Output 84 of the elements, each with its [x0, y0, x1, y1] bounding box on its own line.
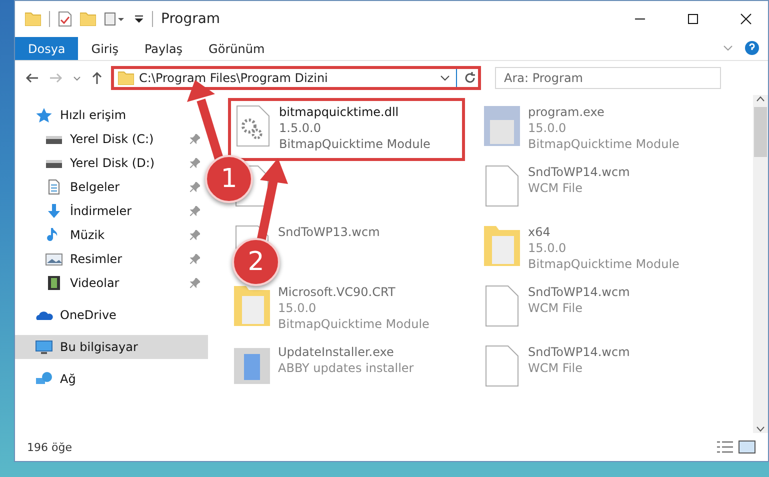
sidebar-label: Yerel Disk (C:) — [70, 132, 154, 146]
sidebar-item[interactable]: Ağ — [15, 367, 208, 391]
file-detail: WCM File — [528, 360, 584, 376]
ribbon-tab[interactable]: Giriş — [78, 37, 132, 60]
sidebar-label: OneDrive — [60, 308, 116, 322]
window-title: Program — [161, 11, 222, 27]
item-count: 196 öğe — [27, 440, 73, 454]
file-detail: 15.0.0 — [528, 240, 568, 256]
sidebar-item[interactable]: OneDrive — [15, 303, 208, 327]
checklist-icon — [58, 11, 72, 27]
sidebar-label: Resimler — [70, 252, 122, 266]
file-name: Microsoft.VC90.CRT — [278, 284, 396, 300]
sidebar-item[interactable]: Videolar — [15, 271, 208, 295]
customize-icon — [134, 14, 144, 24]
file-detail: BitmapQuicktime Module — [528, 136, 680, 152]
back-arrow-icon — [25, 72, 39, 84]
pin-icon — [190, 206, 200, 216]
pin-icon — [190, 158, 200, 168]
star-icon — [35, 107, 53, 123]
file-detail: WCM File — [528, 300, 584, 316]
folder-icon — [118, 71, 134, 85]
sidebar-label: Bu bilgisayar — [60, 340, 138, 354]
sidebar-label: Ağ — [60, 372, 76, 386]
file-detail: BitmapQuicktime Module — [279, 136, 430, 152]
large-icons-view-icon[interactable] — [738, 440, 756, 454]
properties-icon — [104, 12, 126, 26]
sidebar-item[interactable]: Hızlı erişim — [15, 103, 208, 127]
sidebar-label: İndirmeler — [70, 204, 132, 218]
sidebar-item[interactable]: Müzik — [15, 223, 208, 247]
sidebar-item[interactable]: Bu bilgisayar — [15, 335, 208, 359]
file-detail: ABBY updates installer — [278, 360, 414, 376]
scroll-up-icon[interactable] — [756, 95, 765, 103]
forward-arrow-icon — [49, 72, 63, 84]
picture-icon — [45, 251, 63, 267]
search-field[interactable]: Ara: Program — [495, 67, 721, 89]
sidebar-label: Müzik — [70, 228, 105, 242]
file-name: UpdateInstaller.exe — [278, 344, 395, 360]
sidebar-item[interactable]: Resimler — [15, 247, 208, 271]
file-name: SndToWP14.wcm — [528, 344, 630, 360]
address-field[interactable]: C:\Program Files\Program Dizini — [111, 66, 481, 90]
new-folder-icon — [80, 12, 96, 26]
close-icon — [740, 13, 752, 25]
file-name: bitmapquicktime.dll — [279, 104, 400, 120]
file-detail: BitmapQuicktime Module — [528, 256, 680, 272]
file-detail: 15.0.0 — [528, 120, 568, 136]
sidebar-item[interactable]: Yerel Disk (D:) — [15, 151, 208, 175]
file-item[interactable]: bitmapquicktime.dll 1.5.0.0 BitmapQuicktime Module — [228, 98, 465, 161]
ribbon-tab[interactable]: Görünüm — [196, 37, 278, 60]
pin-icon — [190, 182, 200, 192]
file-detail: WCM File — [528, 180, 584, 196]
pin-icon — [190, 278, 200, 288]
file-detail: 1.5.0.0 — [279, 120, 322, 136]
file-name: SndToWP14.wcm — [528, 284, 630, 300]
details-view-icon[interactable] — [716, 440, 734, 454]
sidebar-label: Belgeler — [70, 180, 120, 194]
ribbon-tab[interactable]: Dosya — [15, 37, 78, 60]
gear-file-icon — [235, 104, 271, 148]
computer-icon — [35, 339, 53, 355]
pin-icon — [190, 134, 200, 144]
maximize-icon — [686, 13, 698, 25]
scroll-down-icon[interactable] — [756, 425, 765, 433]
network-icon — [35, 371, 53, 387]
film-icon — [45, 275, 63, 291]
address-path: C:\Program Files\Program Dizini — [139, 71, 329, 85]
pin-icon — [190, 230, 200, 240]
download-icon — [45, 203, 63, 219]
sidebar-label: Hızlı erişim — [60, 108, 126, 122]
file-detail: BitmapQuicktime Module — [278, 316, 430, 332]
scrollbar[interactable] — [753, 95, 768, 433]
sidebar-label: Yerel Disk (D:) — [70, 156, 155, 170]
up-arrow-icon — [91, 71, 103, 85]
file-detail: 15.0.0 — [278, 300, 318, 316]
file-name: SndToWP14.wcm — [528, 164, 630, 180]
sidebar-item[interactable]: Belgeler — [15, 175, 208, 199]
scroll-thumb[interactable] — [754, 107, 767, 157]
file-name: SndToWP13.wcm — [278, 224, 380, 240]
sidebar-label: Videolar — [70, 276, 120, 290]
folder-icon — [25, 12, 41, 26]
file-name: program.exe — [528, 104, 606, 120]
sidebar-item[interactable]: İndirmeler — [15, 199, 208, 223]
file-name: x64 — [528, 224, 552, 240]
pin-icon — [190, 254, 200, 264]
ribbon-tab[interactable]: Paylaş — [131, 37, 196, 60]
sidebar-item[interactable]: Yerel Disk (C:) — [15, 127, 208, 151]
